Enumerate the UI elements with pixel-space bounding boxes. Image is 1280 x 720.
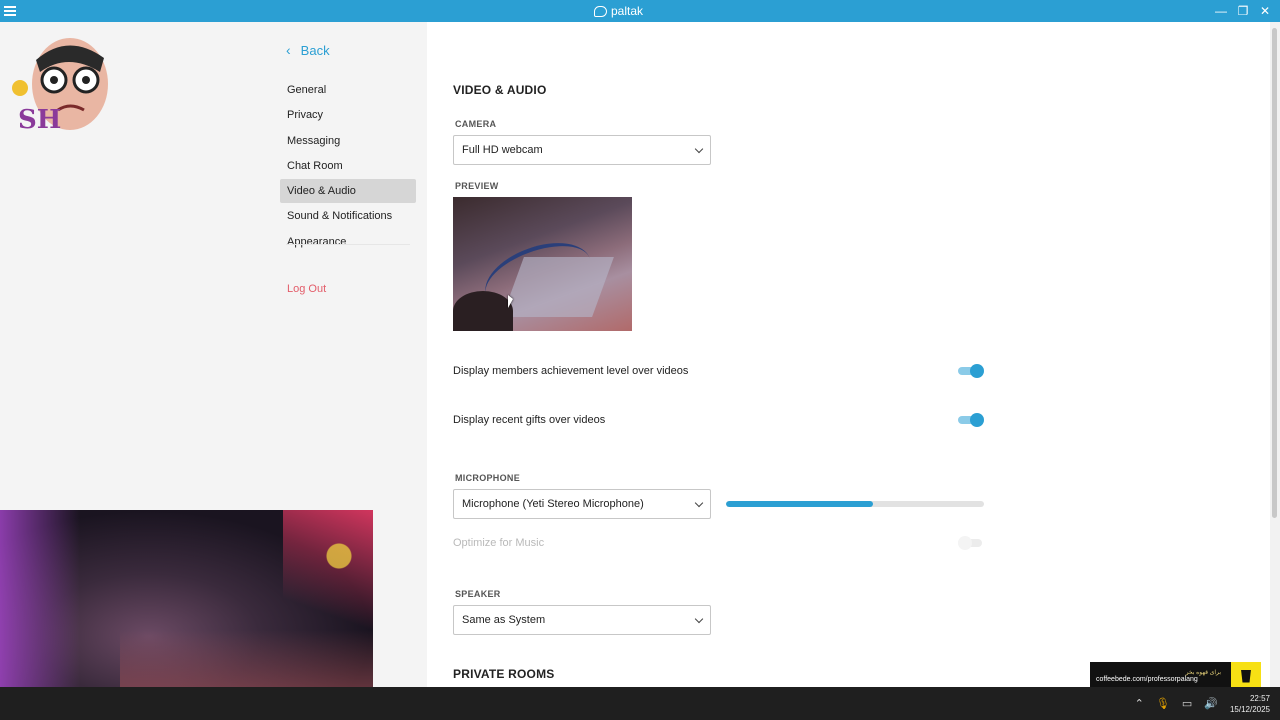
app-logo: paltak — [594, 4, 643, 18]
microphone-icon[interactable]: 🎙 — [1156, 697, 1170, 710]
microphone-level-meter — [726, 501, 984, 507]
nav-item-privacy[interactable]: Privacy — [280, 103, 416, 127]
microphone-label: MICROPHONE — [455, 473, 521, 483]
camera-preview — [453, 197, 632, 331]
chevron-down-icon — [694, 144, 704, 154]
speaker-label: SPEAKER — [455, 589, 501, 599]
taskbar: ⌃ 🎙 ▭ 🔊 22:57 15/12/2025 — [0, 687, 1280, 720]
promo-url: coffeebede.com/professorpalang — [1096, 676, 1198, 683]
microphone-level-fill — [726, 501, 874, 507]
speaker-select[interactable]: Same as System — [453, 605, 711, 635]
user-avatar: SH — [12, 38, 108, 135]
optimize-music-toggle[interactable] — [958, 536, 984, 550]
gifts-setting-label: Display recent gifts over videos — [453, 414, 606, 426]
network-icon[interactable]: ▭ — [1182, 697, 1192, 710]
system-clock[interactable]: 22:57 15/12/2025 — [1230, 693, 1270, 715]
close-button[interactable]: ✕ — [1254, 2, 1276, 20]
title-bar: paltak — ❐ ✕ — [0, 0, 1280, 22]
clock-date: 15/12/2025 — [1229, 704, 1270, 714]
app-name: paltak — [611, 4, 644, 18]
nav-item-messaging[interactable]: Messaging — [280, 129, 416, 153]
nav-item-video-audio[interactable]: Video & Audio — [280, 179, 416, 204]
achievement-toggle[interactable] — [958, 364, 984, 378]
hamburger-menu-icon[interactable] — [4, 4, 16, 18]
logout-link[interactable]: Log Out — [287, 283, 326, 295]
camera-select-value: Full HD webcam — [462, 144, 543, 156]
volume-icon[interactable]: 🔊 — [1204, 697, 1218, 710]
scrollbar-thumb[interactable] — [1272, 28, 1277, 518]
paltalk-logo-icon — [594, 5, 607, 17]
clock-time: 22:57 — [1249, 693, 1270, 703]
system-tray: ⌃ 🎙 ▭ 🔊 22:57 15/12/2025 — [1135, 687, 1270, 720]
scrollbar[interactable] — [1270, 22, 1280, 687]
coffee-cup-icon — [1231, 662, 1261, 690]
private-rooms-title: PRIVATE ROOMS — [453, 667, 555, 681]
nav-item-chat-room[interactable]: Chat Room — [280, 154, 416, 178]
achievement-setting-label: Display members achievement level over v… — [453, 365, 689, 377]
mouse-cursor-icon — [508, 295, 513, 308]
nav-item-general[interactable]: General — [280, 78, 416, 102]
nav-item-appearance[interactable]: Appearance — [280, 230, 416, 254]
settings-content — [427, 22, 1269, 687]
speaker-select-value: Same as System — [462, 614, 546, 626]
back-label: Back — [300, 42, 330, 58]
svg-text:SH: SH — [18, 105, 61, 135]
camera-label: CAMERA — [455, 119, 497, 129]
gifts-toggle[interactable] — [958, 413, 984, 427]
microphone-select[interactable]: Microphone (Yeti Stereo Microphone) — [453, 489, 711, 519]
coffee-promo-banner: برای قهوه بخر coffeebede.com/professorpa… — [1090, 662, 1261, 690]
optimize-music-label: Optimize for Music — [453, 537, 545, 549]
restore-button[interactable]: ❐ — [1232, 2, 1254, 20]
chevron-down-icon — [694, 614, 704, 624]
nav-divider — [286, 244, 410, 245]
promo-title: برای قهوه بخر — [1185, 670, 1221, 676]
chevron-up-icon[interactable]: ⌃ — [1135, 697, 1144, 710]
microphone-select-value: Microphone (Yeti Stereo Microphone) — [462, 498, 644, 510]
back-link[interactable]: ‹ Back — [286, 42, 330, 58]
section-title: VIDEO & AUDIO — [453, 83, 547, 97]
camera-select[interactable]: Full HD webcam — [453, 135, 711, 165]
minimize-button[interactable]: — — [1210, 2, 1232, 20]
nav-item-sound-notifications[interactable]: Sound & Notifications — [280, 204, 416, 228]
chevron-down-icon — [694, 498, 704, 508]
settings-nav: General Privacy Messaging Chat Room Vide… — [280, 78, 416, 255]
preview-label: PREVIEW — [455, 181, 499, 191]
chevron-left-icon: ‹ — [286, 42, 291, 58]
